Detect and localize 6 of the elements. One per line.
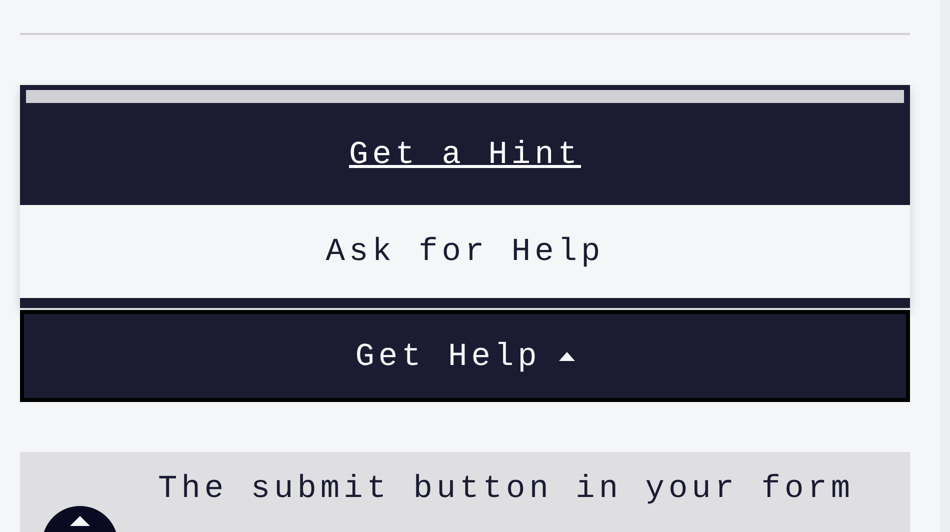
caret-icon: [558, 352, 575, 360]
hint-icon: [42, 506, 118, 532]
menu-item[interactable]: Ask for Help: [20, 205, 910, 298]
hint-text: The submit button in your form: [158, 470, 854, 507]
menu-item[interactable]: Get a Hint: [20, 103, 910, 205]
get-help-button[interactable]: Get Help: [20, 310, 910, 402]
